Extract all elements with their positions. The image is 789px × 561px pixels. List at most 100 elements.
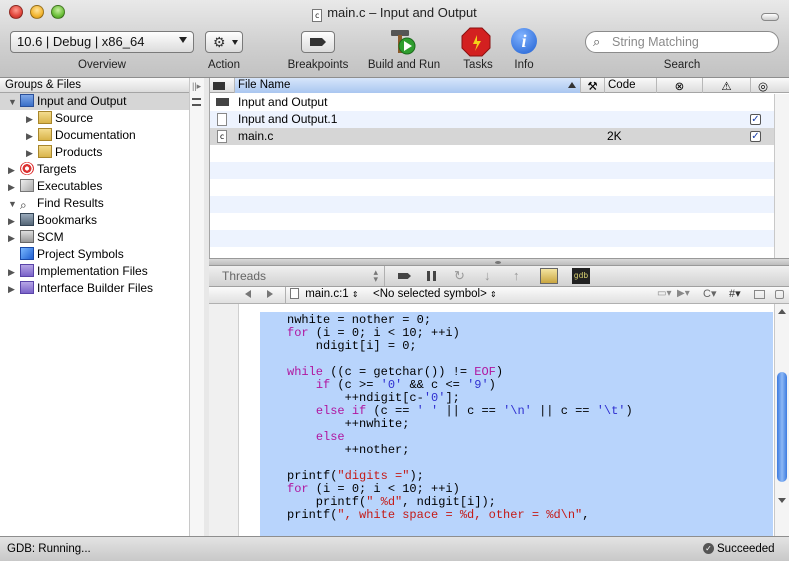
warnings-column-header[interactable]: ⚠ — [702, 78, 750, 93]
breakpoints-toggle-icon[interactable] — [398, 273, 411, 279]
back-arrow-icon[interactable] — [245, 290, 251, 298]
sidebar-item-find-results[interactable]: ▼ ⌕ Find Results — [0, 195, 104, 212]
disclosure-closed-icon[interactable]: ▶ — [8, 179, 20, 196]
scroll-thumb[interactable] — [777, 372, 787, 482]
sidebar-item-source[interactable]: ▶ Source — [0, 110, 93, 127]
split-editor-icon[interactable] — [754, 290, 765, 299]
folder-icon — [38, 128, 52, 141]
threads-popup[interactable]: Threads ▴ ▾ — [209, 266, 385, 286]
build-run-button[interactable]: Build and Run — [362, 0, 446, 78]
cube-icon — [20, 247, 34, 260]
keyword-for: for — [287, 482, 309, 496]
status-bar: GDB: Running... ✓ Succeeded — [0, 536, 789, 561]
sidebar-item-input-and-output[interactable]: ▼ Input and Output — [0, 93, 189, 110]
sidebar-item-project-symbols[interactable]: Project Symbols — [0, 246, 124, 263]
target-icon: ◎ — [757, 81, 769, 93]
symbol-popup[interactable]: <No selected symbol> ⇕ — [369, 287, 501, 303]
file-name-column-header[interactable]: File Name — [234, 78, 580, 93]
file-list-scrollbar[interactable] — [774, 94, 789, 258]
xcode-project-icon — [20, 94, 34, 107]
errors-column-header[interactable]: ⊗ — [656, 78, 702, 93]
c-file-icon — [290, 288, 299, 299]
empty-row — [210, 162, 775, 179]
search-label: Search — [663, 59, 701, 71]
editor-scrollbar[interactable] — [774, 304, 789, 536]
breakpoints-label: Breakpoints — [287, 59, 349, 71]
target-checkbox[interactable]: ✓ — [750, 131, 761, 142]
file-popup[interactable]: main.c:1 ⇕ — [285, 287, 363, 303]
step-out-icon[interactable]: ↑ — [513, 268, 520, 283]
char-literal: '9' — [467, 378, 489, 392]
sidebar-item-label: Targets — [37, 162, 77, 176]
folder-icon — [38, 145, 52, 158]
build-column-header[interactable]: ⚒ — [580, 78, 604, 93]
sidebar-item-executables[interactable]: ▶ Executables — [0, 178, 102, 195]
sidebar-item-label: Documentation — [55, 128, 136, 142]
forward-arrow-icon[interactable] — [267, 290, 273, 298]
sidebar-item-bookmarks[interactable]: ▶ Bookmarks — [0, 212, 97, 229]
char-literal: '0' — [380, 378, 403, 392]
editor-nav-bar: main.c:1 ⇕ <No selected symbol> ⇕ ▭▾ ▶▾ … — [209, 287, 789, 304]
hammer-run-icon — [391, 30, 416, 55]
disclosure-closed-icon[interactable]: ▶ — [26, 128, 38, 145]
disclosure-closed-icon[interactable]: ▶ — [8, 213, 20, 230]
pane-splitter[interactable] — [209, 258, 789, 266]
file-row[interactable]: Input and Output.1 ✓ — [210, 111, 775, 128]
code-selection[interactable]: nwhite = nother = 0; for (i = 0; i < 10; … — [260, 312, 773, 536]
disclosure-closed-icon[interactable]: ▶ — [8, 230, 20, 247]
keyword-if: if — [351, 404, 367, 418]
include-popup-icon[interactable]: #▾ — [729, 287, 741, 300]
file-row[interactable]: Input and Output — [210, 94, 775, 111]
disclosure-open-icon[interactable]: ▼ — [8, 94, 20, 111]
continue-icon[interactable]: ↻ — [454, 268, 465, 284]
scm-icon — [20, 230, 34, 243]
breakpoints-item: Breakpoints — [280, 0, 356, 78]
sidebar-item-targets[interactable]: ▶ Targets — [0, 161, 76, 178]
sidebar-item-label: Interface Builder Files — [37, 281, 154, 295]
sidebar-item-products[interactable]: ▶ Products — [0, 144, 102, 161]
target-membership-column-header[interactable]: ◎ — [750, 78, 775, 93]
target-checkbox[interactable]: ✓ — [750, 114, 761, 125]
lock-icon[interactable] — [775, 290, 784, 299]
type-column-header[interactable] — [210, 78, 234, 93]
search-item: Search — [585, 0, 779, 78]
code-editor[interactable]: nwhite = nother = 0; for (i = 0; i < 10; … — [209, 304, 789, 536]
scroll-up-arrow-icon[interactable] — [778, 309, 786, 314]
disclosure-closed-icon[interactable]: ▶ — [8, 162, 20, 179]
sidebar-item-label: Input and Output — [37, 94, 127, 108]
disclosure-open-icon[interactable]: ▼ — [8, 196, 20, 213]
console-icon[interactable] — [540, 268, 558, 284]
gdb-icon[interactable]: gdb — [572, 268, 590, 284]
sidebar-item-label: Source — [55, 111, 94, 125]
bookmark-popup-icon[interactable]: ▭▾ — [657, 288, 671, 299]
sidebar-item-documentation[interactable]: ▶ Documentation — [0, 127, 136, 144]
sidebar-item-scm[interactable]: ▶ SCM — [0, 229, 64, 246]
chevron-updown-icon: ⇕ — [490, 290, 497, 299]
pause-icon[interactable] — [427, 271, 436, 281]
sidebar-item-implementation-files[interactable]: ▶ Implementation Files — [0, 263, 148, 280]
scroll-down-arrow-icon[interactable] — [778, 498, 786, 503]
class-popup-icon[interactable]: C▾ — [703, 287, 716, 300]
disclosure-closed-icon[interactable]: ▶ — [8, 281, 20, 298]
breakpoint-popup-icon[interactable]: ▶▾ — [677, 288, 690, 299]
tasks-button[interactable]: Tasks — [456, 0, 500, 78]
status-right-text: Succeeded — [717, 543, 775, 555]
file-row[interactable]: c main.c 2K ✓ — [210, 128, 775, 145]
disclosure-closed-icon[interactable]: ▶ — [26, 145, 38, 162]
file-popup-label: main.c:1 — [305, 288, 349, 300]
threads-label: Threads — [222, 269, 267, 283]
sidebar-item-label: Project Symbols — [37, 247, 124, 261]
info-label: Info — [514, 59, 534, 71]
disclosure-closed-icon[interactable]: ▶ — [8, 264, 20, 281]
editor-gutter[interactable] — [209, 304, 239, 536]
sidebar-item-interface-builder-files[interactable]: ▶ Interface Builder Files — [0, 280, 153, 297]
empty-row — [210, 196, 775, 213]
step-over-icon[interactable]: ↓ — [484, 268, 491, 283]
list-view-icon[interactable] — [192, 98, 201, 106]
sidebar-resize-column[interactable]: ||▸ — [189, 78, 204, 536]
code-column-header[interactable]: Code — [604, 78, 656, 93]
info-button[interactable]: i Info — [504, 0, 544, 78]
disclosure-closed-icon[interactable]: ▶ — [26, 111, 38, 128]
symbol-popup-label: <No selected symbol> — [373, 288, 487, 300]
stop-sign-icon — [461, 27, 491, 57]
